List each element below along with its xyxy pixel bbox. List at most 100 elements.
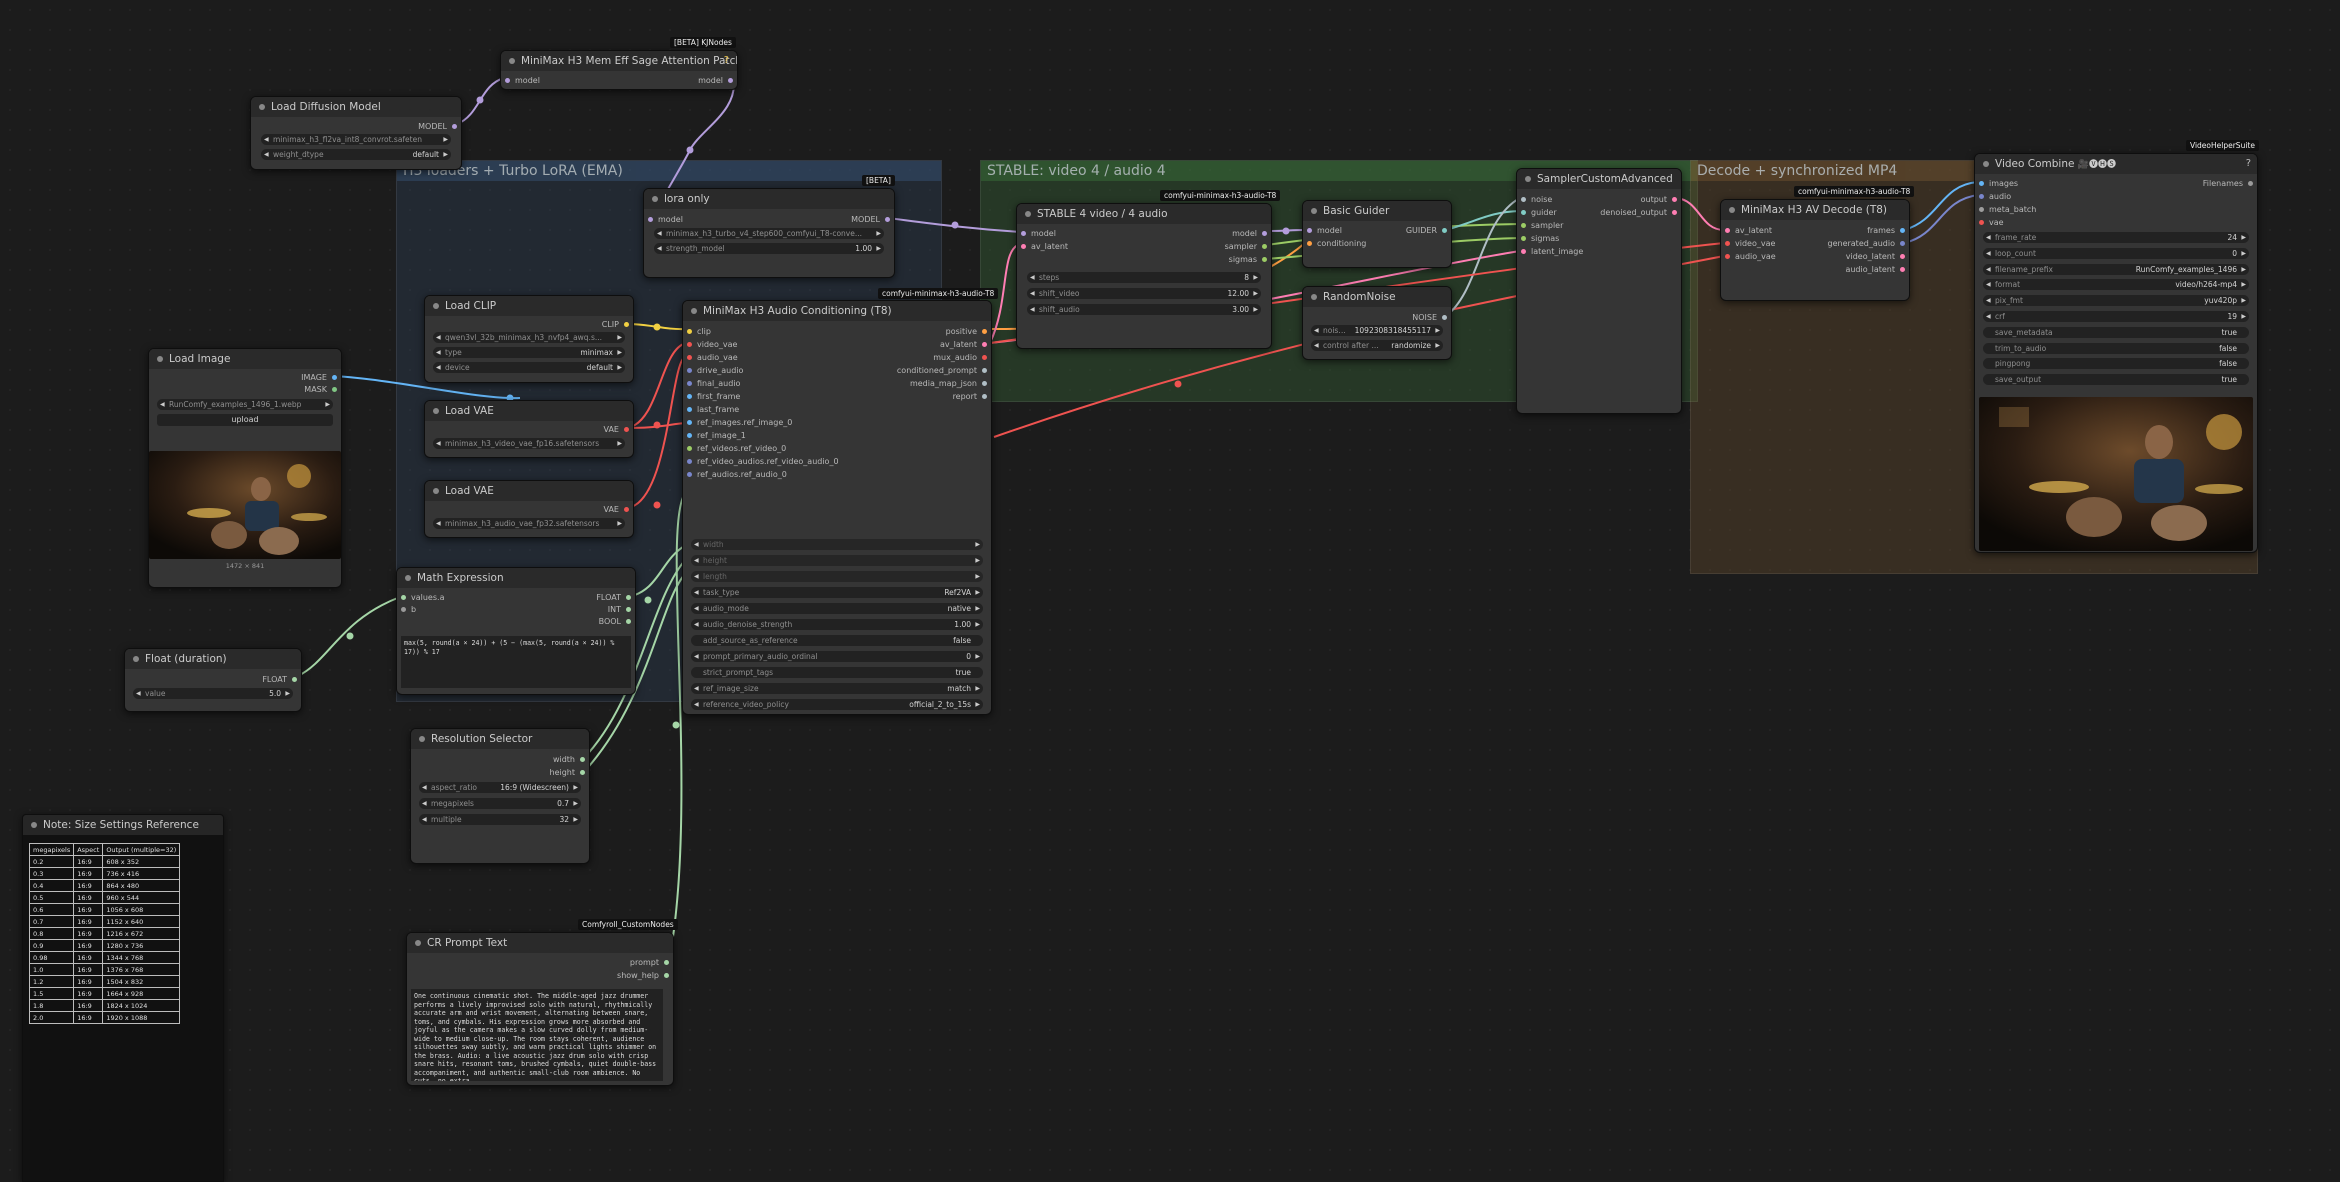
- node-resolution-selector[interactable]: Resolution Selector width height aspect_…: [410, 728, 590, 864]
- input-sampler[interactable]: sampler: [1521, 220, 1563, 231]
- input-clip[interactable]: clip: [687, 326, 711, 337]
- clip-type-select[interactable]: typeminimax: [433, 347, 625, 358]
- input-audio[interactable]: audio: [1979, 191, 2011, 202]
- input-ref-images-ref-image-0[interactable]: ref_images.ref_image_0: [687, 417, 792, 428]
- weight-dtype-select[interactable]: weight_dtypedefault: [261, 149, 451, 160]
- output-av-latent[interactable]: av_latent: [940, 339, 988, 350]
- output-height[interactable]: height: [550, 767, 586, 778]
- input-first-frame[interactable]: first_frame: [687, 391, 740, 402]
- node-load-vae-video[interactable]: Load VAE VAE minimax_h3_video_vae_fp16.s…: [424, 400, 634, 458]
- input-model[interactable]: model: [648, 214, 683, 225]
- node-load-clip[interactable]: Load CLIP CLIP qwen3vl_32b_minimax_h3_nv…: [424, 295, 634, 383]
- output-denoised-output[interactable]: denoised_output: [1600, 207, 1677, 218]
- output-sampler[interactable]: sampler: [1225, 241, 1268, 252]
- input-last-frame[interactable]: last_frame: [687, 404, 739, 415]
- node-basic-guider[interactable]: Basic Guider model conditioning GUIDER: [1302, 200, 1452, 268]
- audio-mode-widget[interactable]: audio_mode native: [691, 603, 983, 614]
- multiple-widget[interactable]: multiple 32: [419, 814, 581, 825]
- duration-value-input[interactable]: value5.0: [133, 688, 293, 699]
- node-title[interactable]: Float (duration): [125, 649, 301, 669]
- output-model[interactable]: model: [698, 75, 733, 86]
- output-float[interactable]: FLOAT: [262, 674, 297, 685]
- crf-widget[interactable]: crf 19: [1983, 311, 2249, 322]
- output-output[interactable]: output: [1641, 194, 1678, 205]
- output-frames[interactable]: frames: [1867, 225, 1905, 236]
- input-meta-batch[interactable]: meta_batch: [1979, 204, 2036, 215]
- frame-rate-widget[interactable]: frame_rate 24: [1983, 232, 2249, 243]
- node-load-vae-audio[interactable]: Load VAE VAE minimax_h3_audio_vae_fp32.s…: [424, 480, 634, 538]
- vae-name-select[interactable]: minimax_h3_audio_vae_fp32.safetensors: [433, 518, 625, 529]
- node-title[interactable]: Load VAE: [425, 481, 633, 501]
- input-a[interactable]: values.a: [401, 592, 444, 603]
- node-title[interactable]: MiniMax H3 Audio Conditioning (T8): [683, 301, 991, 321]
- shift-video-widget[interactable]: shift_video 12.00: [1027, 288, 1261, 299]
- input-ref-audios-ref-audio-0[interactable]: ref_audios.ref_audio_0: [687, 469, 787, 480]
- input-height[interactable]: height: [691, 555, 983, 566]
- input-b[interactable]: b: [401, 604, 416, 615]
- output-generated-audio[interactable]: generated_audio: [1828, 238, 1906, 249]
- output-model[interactable]: MODEL: [851, 214, 890, 225]
- node-math-expression[interactable]: Math Expression values.a b FLOAT INT BOO…: [396, 567, 636, 695]
- output-vae[interactable]: VAE: [604, 504, 630, 515]
- node-title[interactable]: Load Image: [149, 349, 341, 369]
- output-bool[interactable]: BOOL: [599, 616, 632, 627]
- node-stable-4[interactable]: STABLE 4 video / 4 audio model av_latent…: [1016, 203, 1272, 349]
- output-guider[interactable]: GUIDER: [1406, 225, 1448, 236]
- aspect-ratio-widget[interactable]: aspect_ratio 16:9 (Widescreen): [419, 782, 581, 793]
- input-audio-vae[interactable]: audio_vae: [1725, 251, 1776, 262]
- input-av-latent[interactable]: av_latent: [1725, 225, 1772, 236]
- output-image[interactable]: IMAGE: [301, 372, 337, 383]
- image-select[interactable]: RunComfy_examples_1496_1.webp: [157, 399, 333, 410]
- help-icon[interactable]: ?: [2246, 158, 2251, 169]
- add-source-as-reference-widget[interactable]: add_source_as_reference false: [691, 635, 983, 646]
- output-vae[interactable]: VAE: [604, 424, 630, 435]
- input-images[interactable]: images: [1979, 178, 2018, 189]
- node-title[interactable]: Video Combine 🎥🅥🅗🅢: [1975, 154, 2257, 174]
- node-sampler-custom-advanced[interactable]: SamplerCustomAdvanced noise guider sampler…: [1516, 168, 1682, 414]
- input-guider[interactable]: guider: [1521, 207, 1557, 218]
- input-length[interactable]: length: [691, 571, 983, 582]
- output-report[interactable]: report: [953, 391, 988, 402]
- input-model[interactable]: model: [505, 75, 540, 86]
- output-model[interactable]: MODEL: [418, 121, 457, 132]
- node-title[interactable]: CR Prompt Text: [407, 933, 673, 953]
- megapixels-widget[interactable]: megapixels 0.7: [419, 798, 581, 809]
- input-video-vae[interactable]: video_vae: [1725, 238, 1775, 249]
- node-title[interactable]: RandomNoise: [1303, 287, 1451, 307]
- output-conditioned-prompt[interactable]: conditioned_prompt: [897, 365, 988, 376]
- input-drive-audio[interactable]: drive_audio: [687, 365, 743, 376]
- input-av-latent[interactable]: av_latent: [1021, 241, 1068, 252]
- node-lora-only[interactable]: lora only model MODEL minimax_h3_turbo_v…: [643, 188, 895, 278]
- input-video-vae[interactable]: video_vae: [687, 339, 737, 350]
- strict-prompt-tags-widget[interactable]: strict_prompt_tags true: [691, 667, 983, 678]
- input-conditioning[interactable]: conditioning: [1307, 238, 1366, 249]
- node-title[interactable]: Math Expression: [397, 568, 635, 588]
- output-audio-latent[interactable]: audio_latent: [1845, 264, 1905, 275]
- input-model[interactable]: model: [1307, 225, 1342, 236]
- expression-textarea[interactable]: max(5, round(a × 24)) + (5 − (max(5, rou…: [401, 636, 631, 688]
- input-latent-image[interactable]: latent_image: [1521, 246, 1583, 257]
- input-noise[interactable]: noise: [1521, 194, 1552, 205]
- input-final-audio[interactable]: final_audio: [687, 378, 740, 389]
- node-cr-prompt-text[interactable]: CR Prompt Text prompt show_help One cont…: [406, 932, 674, 1086]
- output-int[interactable]: INT: [608, 604, 632, 615]
- save-metadata-widget[interactable]: save_metadata true: [1983, 326, 2249, 338]
- input-ref-video-audios-ref-video-audio-0[interactable]: ref_video_audios.ref_video_audio_0: [687, 456, 839, 467]
- noise-seed-input[interactable]: noise...1092308318455117: [1311, 325, 1443, 336]
- strength-model-input[interactable]: strength_model1.00: [654, 243, 884, 254]
- output-clip[interactable]: CLIP: [602, 319, 630, 330]
- output-width[interactable]: width: [553, 754, 586, 765]
- input-ref-image-1[interactable]: ref_image_1: [687, 430, 746, 441]
- clip-device-select[interactable]: devicedefault: [433, 362, 625, 373]
- lora-name-select[interactable]: minimax_h3_turbo_v4_step600_comfyui_T8-c…: [654, 228, 884, 239]
- upload-button[interactable]: upload: [157, 414, 333, 426]
- node-title[interactable]: MiniMax H3 AV Decode (T8): [1721, 200, 1909, 220]
- prompt-textarea[interactable]: One continuous cinematic shot. The middl…: [411, 989, 663, 1081]
- output-media-map-json[interactable]: media_map_json: [910, 378, 988, 389]
- steps-widget[interactable]: steps 8: [1027, 272, 1261, 283]
- output-video-latent[interactable]: video_latent: [1846, 251, 1906, 262]
- format-widget[interactable]: format video/h264-mp4: [1983, 279, 2249, 291]
- help-icon[interactable]: ?: [724, 55, 729, 66]
- save-output-widget[interactable]: save_output true: [1983, 374, 2249, 386]
- node-audio-conditioning[interactable]: MiniMax H3 Audio Conditioning (T8) clip v…: [682, 300, 992, 715]
